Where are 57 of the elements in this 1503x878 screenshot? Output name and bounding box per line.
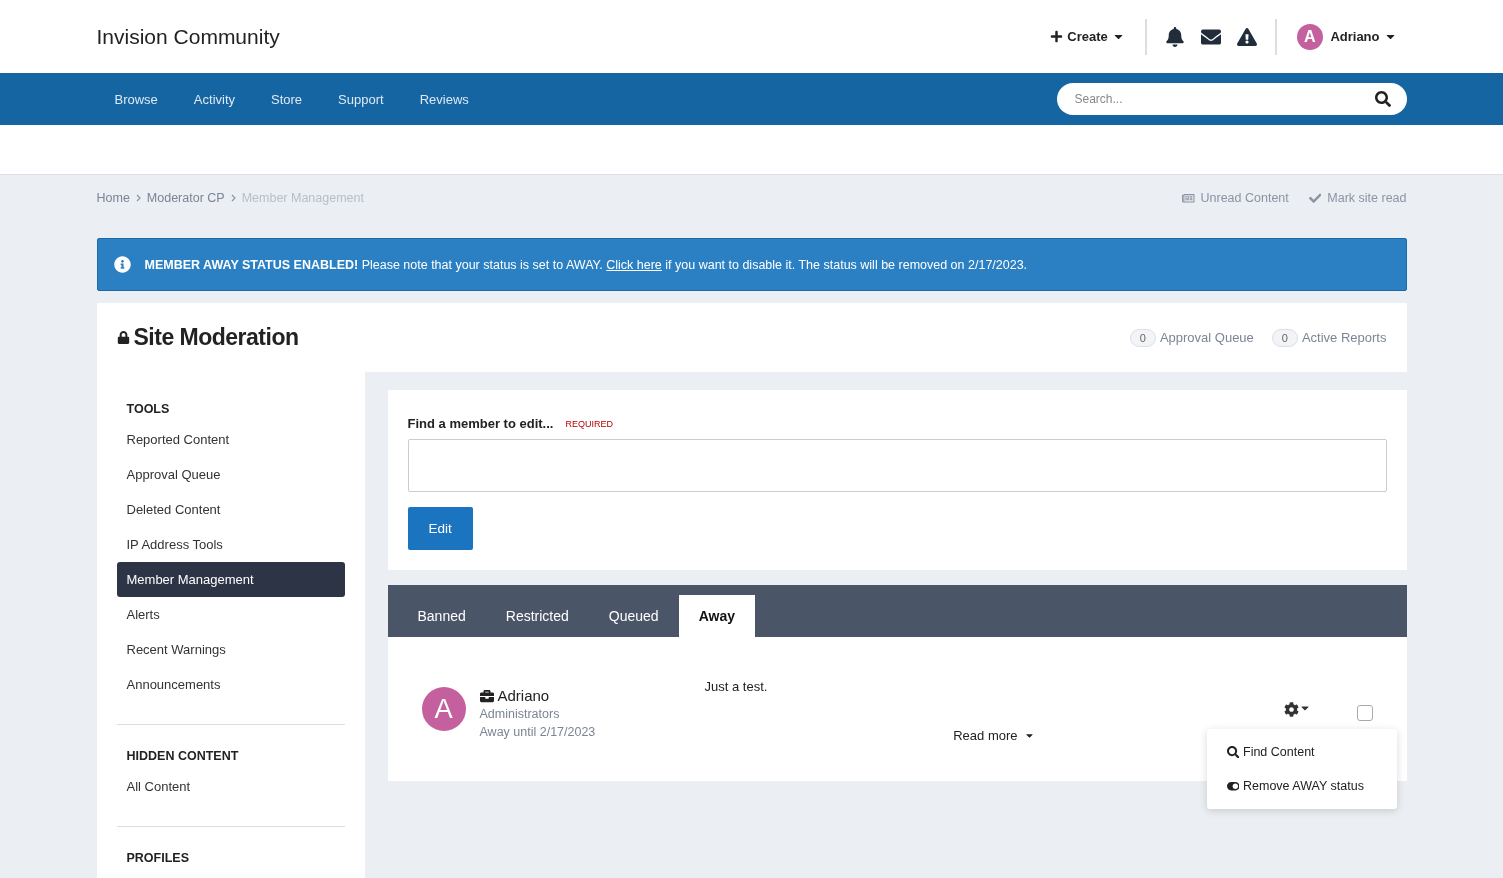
away-message: Just a test. [704, 679, 769, 694]
nav-link[interactable]: Support [320, 91, 402, 107]
section-heading: TOOLS [126, 402, 171, 416]
tab[interactable]: Restricted [485, 595, 589, 637]
count-badge: 0 [1271, 328, 1298, 347]
chevron-icon [230, 194, 236, 202]
avatar: A [421, 687, 466, 731]
search-icon [1226, 745, 1239, 759]
counter-link[interactable]: Active Reports [1301, 330, 1387, 345]
sidebar-item[interactable]: Recent Warnings [116, 632, 345, 667]
tab[interactable]: Banned [397, 595, 486, 637]
menu-item[interactable]: Find Content [1206, 735, 1397, 769]
search-field[interactable]: Search... [1056, 83, 1407, 115]
nav-link[interactable]: Activity [175, 91, 254, 107]
nav-link[interactable]: Browse [96, 91, 176, 107]
nav-link[interactable]: Store [253, 91, 321, 107]
required-label: REQUIRED [565, 418, 613, 429]
section-heading: PROFILES [126, 851, 190, 865]
sidebar-item[interactable]: IP Address Tools [116, 527, 345, 562]
nav-link[interactable]: Reviews [401, 91, 487, 107]
newspaper-icon [1182, 191, 1195, 205]
sidebar-item[interactable]: Member Management [116, 562, 345, 597]
alert-text: MEMBER AWAY STATUS ENABLED! Please note that your status is set to AWAY. Click here if you want to disable it. The status will be removed on 2/17/2023. [144, 257, 1028, 272]
member-name[interactable]: Adriano [497, 687, 550, 704]
plus-icon [1050, 30, 1064, 43]
edit-button[interactable]: Edit [407, 507, 473, 550]
create-button[interactable]: Create [1040, 29, 1135, 44]
toggle-icon [1226, 779, 1239, 793]
away-until: Away until 2/17/2023 [479, 725, 596, 739]
tab[interactable]: Queued [588, 595, 679, 637]
sidebar-item[interactable]: Deleted Content [116, 492, 345, 527]
sidebar-item[interactable]: Approval Queue [116, 457, 345, 492]
sidebar-item[interactable]: Reported Content [116, 422, 345, 457]
read-more-link[interactable]: Read more [953, 728, 1035, 743]
menu-item[interactable]: Remove AWAY status [1206, 769, 1397, 803]
avatar: A [1296, 23, 1323, 50]
site-title[interactable]: Invision Community [96, 24, 1041, 49]
search-icon [1374, 91, 1391, 107]
chevron-icon [135, 194, 141, 202]
info-icon [113, 256, 131, 273]
sidebar-item[interactable]: Announcements [116, 667, 345, 702]
sidebar-item[interactable]: Alerts [116, 597, 345, 632]
user-menu[interactable]: A Adriano [1286, 23, 1407, 50]
count-badge: 0 [1129, 328, 1156, 347]
section-heading: HIDDEN CONTENT [126, 749, 240, 763]
sidebar-item[interactable]: All Content [116, 769, 345, 804]
member-group: Administrators [479, 707, 596, 721]
lock-icon [116, 331, 130, 344]
tab[interactable]: Away [678, 595, 755, 637]
field-label: Find a member to edit... [407, 416, 554, 431]
counter-link[interactable]: Approval Queue [1159, 330, 1254, 345]
alert-link[interactable]: Click here [606, 257, 662, 272]
page-title: Site Moderation [133, 324, 299, 351]
checkbox[interactable] [1356, 705, 1373, 721]
briefcase-icon [479, 688, 494, 703]
check-icon [1308, 191, 1322, 205]
input-field[interactable] [407, 439, 1387, 492]
